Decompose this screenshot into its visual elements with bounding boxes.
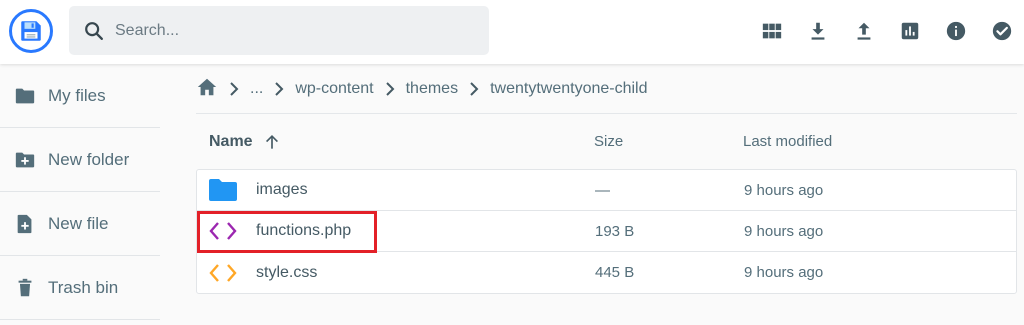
- file-name: style.css: [256, 263, 318, 281]
- search-input[interactable]: [115, 21, 475, 40]
- floppy-disk-icon: [21, 21, 41, 41]
- stats-icon: [901, 22, 919, 40]
- search-icon: [85, 21, 103, 40]
- new-file-icon: [13, 212, 37, 236]
- table-row[interactable]: images — 9 hours ago: [197, 170, 1016, 211]
- file-modified: 9 hours ago: [744, 264, 824, 281]
- sidebar-item-my-files[interactable]: My files: [0, 64, 160, 128]
- grid-view-button[interactable]: [760, 18, 784, 44]
- chevron-right-icon: [274, 82, 284, 96]
- app-header: [0, 0, 1024, 64]
- info-button[interactable]: [944, 18, 968, 44]
- trash-icon: [13, 276, 37, 300]
- sidebar-item-label: New file: [48, 213, 109, 233]
- column-label-name: Name: [209, 132, 253, 150]
- table-row[interactable]: functions.php 193 B 9 hours ago: [197, 211, 1016, 253]
- breadcrumb-item-themes[interactable]: themes: [406, 80, 458, 98]
- sidebar-item-label: My files: [48, 85, 106, 105]
- app-logo[interactable]: [9, 9, 53, 53]
- file-modified: 9 hours ago: [744, 222, 824, 240]
- stats-button[interactable]: [898, 18, 922, 44]
- file-size: —: [595, 181, 610, 199]
- breadcrumb-item-wp-content[interactable]: wp-content: [295, 80, 373, 98]
- sidebar-item-new-file[interactable]: New file: [0, 192, 160, 256]
- download-button[interactable]: [806, 18, 830, 44]
- folder-icon: [13, 84, 37, 108]
- info-icon: [946, 21, 966, 41]
- upload-icon: [857, 22, 871, 40]
- breadcrumb-item-current[interactable]: twentytwentyone-child: [490, 80, 647, 98]
- code-icon: [208, 220, 238, 242]
- check-circle-icon: [992, 21, 1012, 41]
- file-modified: 9 hours ago: [744, 181, 824, 199]
- breadcrumb: ... wp-content themes twentytwentyone-ch…: [196, 76, 648, 102]
- sidebar-item-new-folder[interactable]: New folder: [0, 128, 160, 192]
- home-icon: [197, 78, 217, 95]
- sidebar-item-trash-bin[interactable]: Trash bin: [0, 256, 160, 320]
- chevron-right-icon: [469, 82, 479, 96]
- table-header: Name Size Last modified: [196, 114, 1017, 169]
- table-row[interactable]: style.css 445 B 9 hours ago: [197, 252, 1016, 293]
- chevron-right-icon: [229, 82, 239, 96]
- sort-ascending-icon: [265, 134, 278, 149]
- search-bar[interactable]: [69, 6, 489, 55]
- file-name: images: [256, 181, 308, 198]
- file-list: Name Size Last modified images — 9 hours…: [196, 114, 1017, 294]
- sidebar: My files New folder New file Trash bin: [0, 64, 160, 325]
- column-header-size[interactable]: Size: [582, 133, 731, 150]
- chevron-right-icon: [385, 82, 395, 96]
- home-button[interactable]: [196, 76, 218, 103]
- grid-view-icon: [762, 23, 782, 39]
- upload-button[interactable]: [852, 18, 876, 44]
- file-size: 445 B: [595, 264, 635, 281]
- new-folder-icon: [13, 148, 37, 172]
- file-size: 193 B: [595, 222, 635, 240]
- column-header-modified[interactable]: Last modified: [731, 133, 832, 150]
- toolbar-actions: [760, 18, 1014, 44]
- sidebar-item-label: New folder: [48, 149, 130, 169]
- code-icon: [208, 262, 238, 284]
- folder-icon: [208, 177, 238, 203]
- table-body: images — 9 hours ago functions.php 193 B…: [196, 169, 1017, 294]
- breadcrumb-item-ellipsis[interactable]: ...: [250, 80, 263, 98]
- file-name: functions.php: [256, 222, 352, 239]
- download-icon: [811, 22, 825, 40]
- column-header-name[interactable]: Name: [196, 132, 582, 152]
- select-button[interactable]: [990, 18, 1014, 44]
- sidebar-item-label: Trash bin: [48, 277, 119, 297]
